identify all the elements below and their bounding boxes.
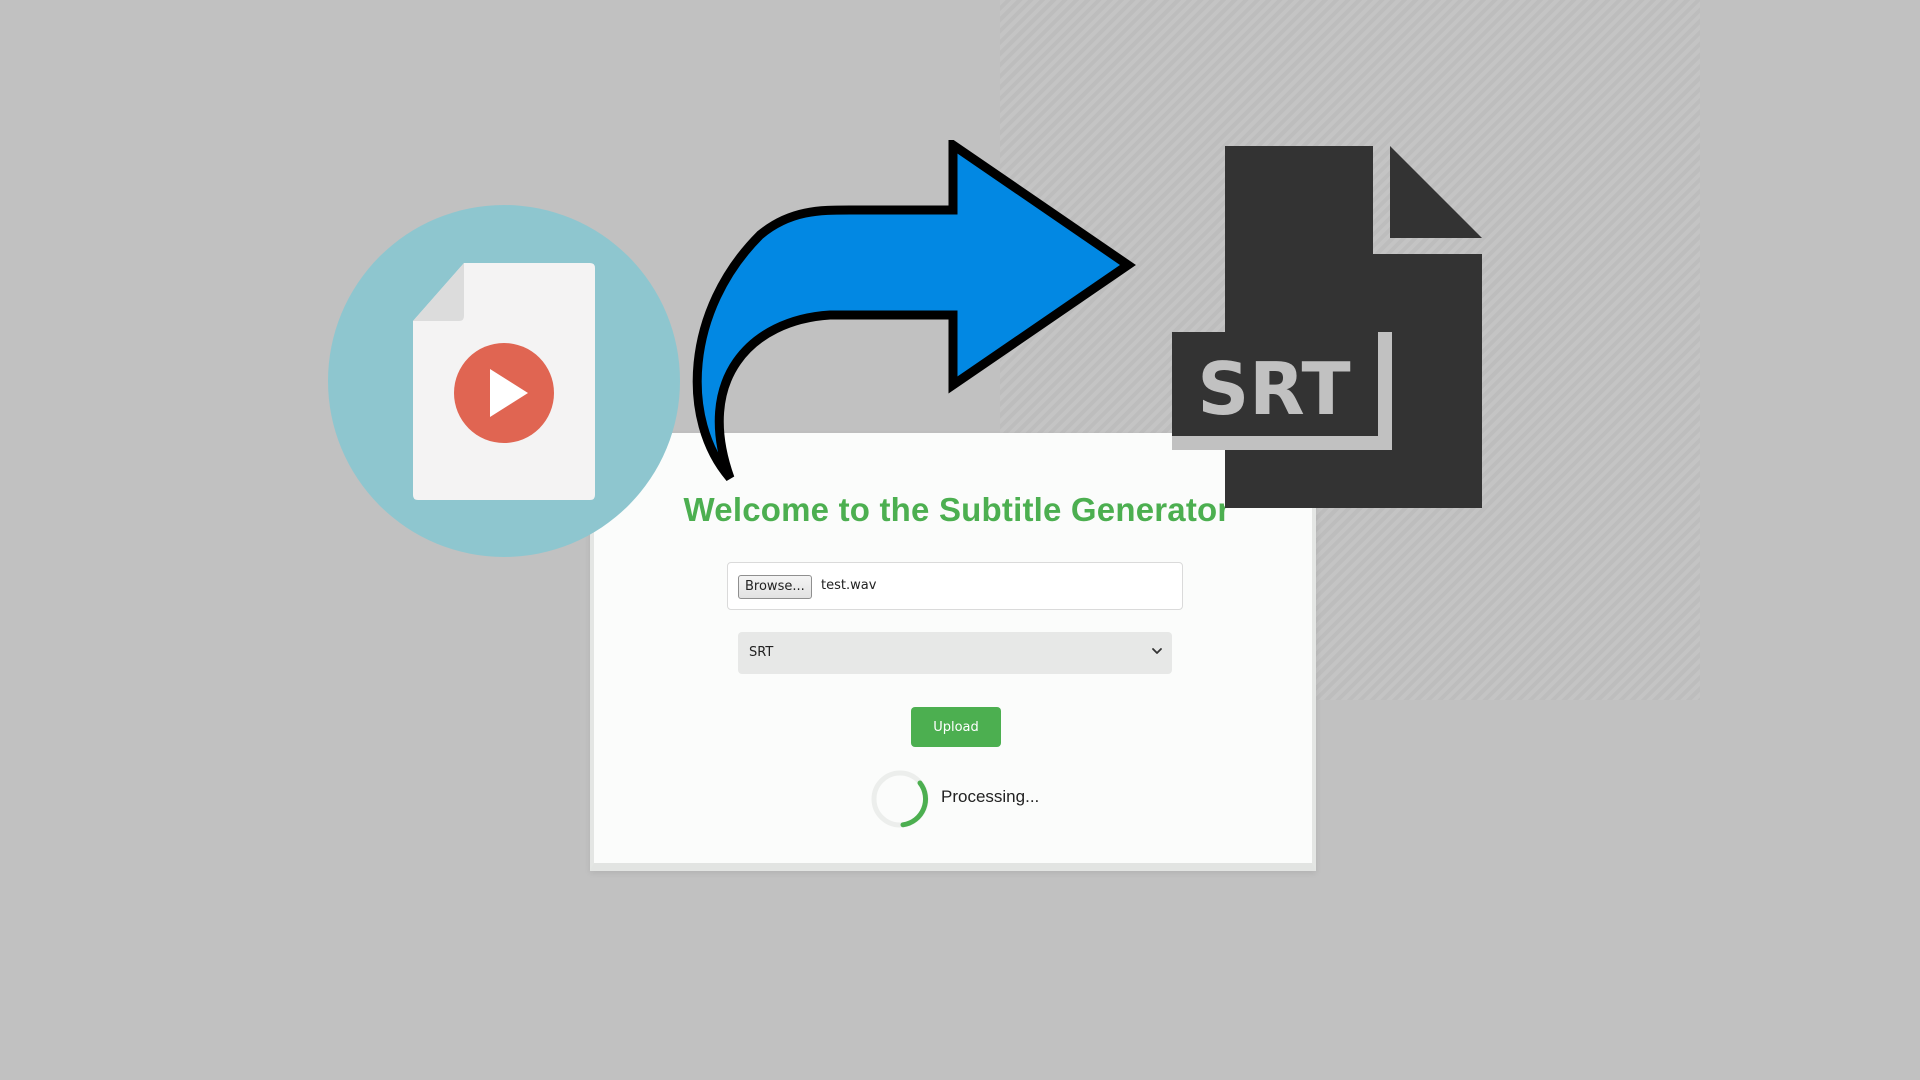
curved-arrow-icon [692,140,1136,481]
srt-label: SRT [1197,347,1350,431]
srt-file-icon: SRT [1172,146,1482,508]
format-select[interactable]: SRT [738,632,1172,674]
selected-file-name: test.wav [821,578,877,593]
video-file-icon [328,205,680,557]
browse-button[interactable]: Browse... [738,575,812,599]
loading-spinner-icon [871,770,929,828]
processing-status: Processing... [941,787,1040,806]
file-input[interactable]: Browse... test.wav [727,562,1183,610]
play-icon [454,343,554,443]
format-select-value: SRT [749,645,774,660]
chevron-down-icon [1152,648,1162,654]
canvas: Welcome to the Subtitle Generator Browse… [0,0,1920,1080]
upload-button[interactable]: Upload [911,707,1001,747]
